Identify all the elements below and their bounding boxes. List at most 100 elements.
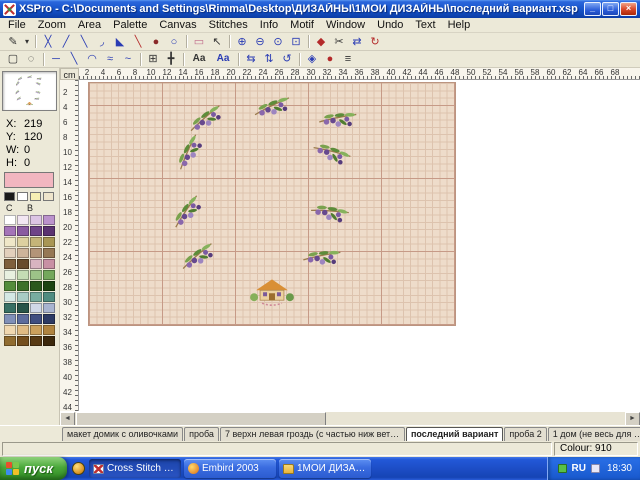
select-rect-tool-icon[interactable]: ▢: [4, 51, 22, 67]
scroll-right-button[interactable]: ►: [625, 412, 640, 426]
palette-swatch-11[interactable]: [43, 237, 55, 247]
palette-swatch-31[interactable]: [43, 292, 55, 302]
olive-branch-motif[interactable]: [313, 134, 351, 170]
minimize-button[interactable]: _: [584, 2, 601, 16]
grid-toggle-icon[interactable]: ⊞: [144, 51, 162, 67]
mirror-tool-icon[interactable]: ⇄: [348, 34, 366, 50]
palette-swatch-3[interactable]: [43, 215, 55, 225]
pattern-tab-2[interactable]: 7 верхн левая гроздь (с частью ниж ветки…: [220, 427, 405, 441]
palette-small-swatch-3[interactable]: [43, 192, 54, 201]
palette-swatch-41[interactable]: [17, 325, 29, 335]
maximize-button[interactable]: □: [602, 2, 619, 16]
text-large-tool-icon[interactable]: Aa: [211, 51, 235, 67]
diagonal-line-tool-icon[interactable]: ╲: [65, 51, 83, 67]
menu-item-palette[interactable]: Palette: [107, 19, 153, 31]
palette-swatch-29[interactable]: [17, 292, 29, 302]
olive-branch-motif[interactable]: [186, 105, 224, 132]
palette-swatch-35[interactable]: [43, 303, 55, 313]
menu-item-motif[interactable]: Motif: [284, 19, 320, 31]
house-motif[interactable]: [250, 279, 294, 305]
quick-launch-icon[interactable]: [72, 462, 85, 475]
scissors-tool-icon[interactable]: ✂: [330, 34, 348, 50]
pencil-dropdown-icon[interactable]: ▾: [22, 34, 32, 50]
freehand-tool-icon[interactable]: ~: [119, 51, 137, 67]
palette-swatch-20[interactable]: [4, 270, 16, 280]
dropper-tool-icon[interactable]: ◆: [312, 34, 330, 50]
taskbar-button-2[interactable]: 1МОИ ДИЗАЙНЫ: [279, 459, 371, 478]
palette-swatch-36[interactable]: [4, 314, 16, 324]
flip-vertical-tool-icon[interactable]: ⇅: [260, 51, 278, 67]
palette-swatch-10[interactable]: [30, 237, 42, 247]
pencil-tool-icon[interactable]: ✎: [4, 34, 22, 50]
text-small-tool-icon[interactable]: Aa: [187, 51, 211, 67]
palette-swatch-28[interactable]: [4, 292, 16, 302]
palette-swatch-46[interactable]: [30, 336, 42, 346]
close-button[interactable]: ×: [620, 2, 637, 16]
palette-swatch-21[interactable]: [17, 270, 29, 280]
tray-icon[interactable]: [558, 464, 567, 473]
knot-button-icon[interactable]: ●: [321, 51, 339, 67]
palette-swatch-38[interactable]: [30, 314, 42, 324]
olive-branch-motif[interactable]: [311, 195, 350, 228]
olive-branch-motif[interactable]: [303, 243, 341, 270]
palette-swatch-37[interactable]: [17, 314, 29, 324]
half-stitch-back-tool-icon[interactable]: ╲: [75, 34, 93, 50]
palette-swatch-13[interactable]: [17, 248, 29, 258]
wave-tool-icon[interactable]: ≈: [101, 51, 119, 67]
select-arrow-tool-icon[interactable]: ↖: [208, 34, 226, 50]
palette-swatch-19[interactable]: [43, 259, 55, 269]
eraser-tool-icon[interactable]: ▭: [190, 34, 208, 50]
palette-swatch-7[interactable]: [43, 226, 55, 236]
palette-swatch-34[interactable]: [30, 303, 42, 313]
pattern-tab-1[interactable]: проба: [184, 427, 219, 441]
palette-swatch-12[interactable]: [4, 248, 16, 258]
palette-swatch-45[interactable]: [17, 336, 29, 346]
french-knot-tool-icon[interactable]: ●: [147, 34, 165, 50]
bead-tool-icon[interactable]: ○: [165, 34, 183, 50]
taskbar-button-1[interactable]: Embird 2003: [184, 459, 276, 478]
olive-branch-motif[interactable]: [255, 97, 289, 116]
current-colour-swatch[interactable]: [4, 172, 54, 188]
palette-swatch-9[interactable]: [17, 237, 29, 247]
palette-small-swatch-2[interactable]: [30, 192, 41, 201]
palette-small-swatch-0[interactable]: [4, 192, 15, 201]
palette-swatch-15[interactable]: [43, 248, 55, 258]
rotate-tool-icon[interactable]: ↻: [366, 34, 384, 50]
full-stitch-tool-icon[interactable]: ╳: [39, 34, 57, 50]
menu-item-undo[interactable]: Undo: [371, 19, 409, 31]
palette-swatch-47[interactable]: [43, 336, 55, 346]
palette-small-swatch-1[interactable]: [17, 192, 28, 201]
palette-swatch-2[interactable]: [30, 215, 42, 225]
pattern-tab-5[interactable]: 1 дом (не весь для стыковки): [548, 427, 640, 441]
menu-item-info[interactable]: Info: [254, 19, 284, 31]
menu-item-text[interactable]: Text: [409, 19, 441, 31]
thread-list-button-icon[interactable]: ≡: [339, 51, 357, 67]
arc-tool-icon[interactable]: ◠: [83, 51, 101, 67]
start-button[interactable]: пуск: [0, 457, 67, 480]
zoom-out-tool-icon[interactable]: ⊖: [251, 34, 269, 50]
palette-swatch-33[interactable]: [17, 303, 29, 313]
palette-swatch-43[interactable]: [43, 325, 55, 335]
three-quarter-stitch-tool-icon[interactable]: ◣: [111, 34, 129, 50]
olive-branch-motif[interactable]: [178, 243, 216, 270]
palette-swatch-4[interactable]: [4, 226, 16, 236]
palette-swatch-25[interactable]: [17, 281, 29, 291]
zoom-actual-tool-icon[interactable]: ⊙: [269, 34, 287, 50]
palette-swatch-16[interactable]: [4, 259, 16, 269]
palette-swatch-0[interactable]: [4, 215, 16, 225]
center-cross-toggle-icon[interactable]: ╋: [162, 51, 180, 67]
taskbar-button-0[interactable]: Cross Stitch Pro...: [89, 459, 181, 478]
palette-swatch-23[interactable]: [43, 270, 55, 280]
palette-swatch-14[interactable]: [30, 248, 42, 258]
olive-branch-motif[interactable]: [319, 105, 357, 132]
quarter-stitch-tool-icon[interactable]: ◞: [93, 34, 111, 50]
menu-item-zoom[interactable]: Zoom: [32, 19, 72, 31]
language-indicator[interactable]: RU: [572, 463, 586, 474]
palette-swatch-18[interactable]: [30, 259, 42, 269]
pattern-tab-3[interactable]: последний вариант: [406, 427, 503, 441]
lasso-tool-icon[interactable]: ◌: [22, 51, 40, 67]
menu-item-window[interactable]: Window: [320, 19, 371, 31]
stitch-canvas[interactable]: [88, 82, 456, 326]
pattern-tab-4[interactable]: проба 2: [504, 427, 546, 441]
olive-branch-motif[interactable]: [169, 134, 207, 170]
